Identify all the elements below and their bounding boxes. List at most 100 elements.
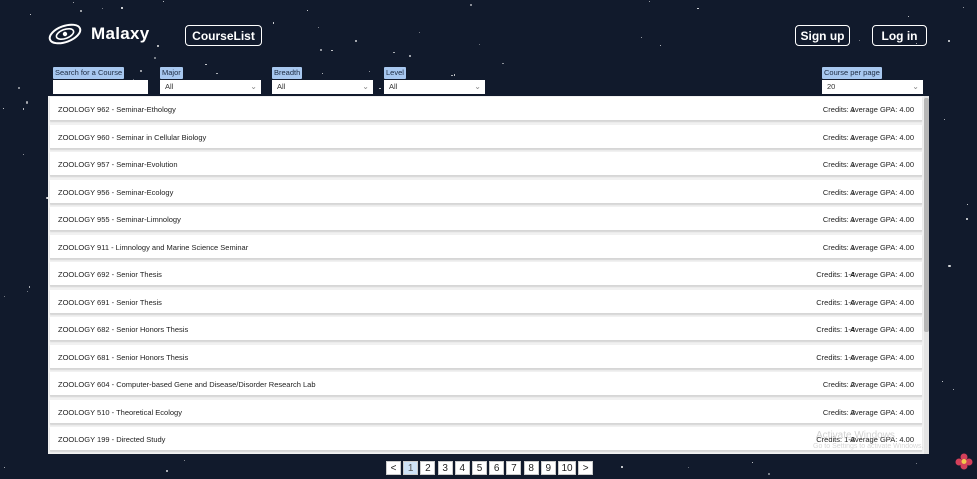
star bbox=[451, 74, 453, 77]
star bbox=[307, 10, 309, 12]
star bbox=[140, 70, 142, 72]
course-list[interactable]: ZOOLOGY 962 - Seminar-Ethology Credits: 1… bbox=[48, 96, 929, 454]
next-page-button[interactable]: > bbox=[578, 461, 594, 475]
course-row[interactable]: ZOOLOGY 955 - Seminar-Limnology Credits: … bbox=[50, 207, 922, 231]
star bbox=[941, 380, 944, 383]
breadth-label: Breadth bbox=[272, 67, 303, 79]
course-average-gpa: Average GPA: 4.00 bbox=[850, 105, 914, 114]
chevron-down-icon: ⌄ bbox=[362, 82, 369, 91]
page-button[interactable]: 9 bbox=[540, 461, 556, 475]
page-button[interactable]: 3 bbox=[437, 461, 453, 475]
star bbox=[72, 2, 74, 4]
star bbox=[3, 466, 6, 469]
course-average-gpa: Average GPA: 4.00 bbox=[850, 407, 914, 417]
star bbox=[408, 54, 411, 58]
star bbox=[121, 7, 123, 9]
course-title: ZOOLOGY 956 - Seminar-Ecology bbox=[58, 187, 174, 197]
course-row[interactable]: ZOOLOGY 691 - Senior Thesis Credits: 1-6 A… bbox=[50, 289, 922, 314]
course-title: ZOOLOGY 510 - Theoretical Ecology bbox=[58, 407, 182, 417]
course-average-gpa: Average GPA: 4.00 bbox=[850, 297, 914, 307]
course-title: ZOOLOGY 604 - Computer-based Gene and Di… bbox=[58, 380, 316, 389]
course-average-gpa: Average GPA: 4.00 bbox=[850, 132, 914, 142]
page-button[interactable]: 4 bbox=[454, 461, 470, 475]
star bbox=[272, 22, 275, 24]
star bbox=[502, 63, 504, 65]
star bbox=[79, 10, 82, 13]
course-row[interactable]: ZOOLOGY 956 - Seminar-Ecology Credits: 1A… bbox=[50, 179, 922, 204]
course-row[interactable]: ZOOLOGY 681 - Senior Honors Thesis Credit… bbox=[50, 344, 922, 369]
star bbox=[101, 7, 103, 9]
page-button[interactable]: 5 bbox=[472, 461, 487, 475]
search-input[interactable] bbox=[53, 80, 148, 94]
course-average-gpa: Average GPA: 4.00 bbox=[850, 242, 914, 252]
per-page-selected-value: 20 bbox=[827, 82, 836, 91]
search-label: Search for a Course bbox=[53, 67, 125, 79]
page-button[interactable]: 8 bbox=[523, 461, 539, 475]
page-button[interactable]: 1 bbox=[403, 461, 419, 475]
star bbox=[641, 36, 642, 38]
course-row[interactable]: ZOOLOGY 510 - Theoretical Ecology Credits… bbox=[50, 399, 922, 424]
level-select[interactable]: All ⌄ bbox=[384, 80, 485, 94]
star bbox=[697, 7, 699, 10]
star bbox=[479, 44, 481, 46]
signup-button[interactable]: Sign up bbox=[795, 25, 850, 46]
page-button[interactable]: 10 bbox=[558, 461, 576, 475]
star bbox=[453, 74, 456, 76]
course-row[interactable]: ZOOLOGY 911 - Limnology and Marine Scien… bbox=[50, 234, 922, 259]
scrollbar-thumb[interactable] bbox=[924, 98, 929, 332]
course-title: ZOOLOGY 682 - Senior Honors Thesis bbox=[58, 325, 189, 334]
major-selected-value: All bbox=[165, 82, 174, 91]
course-row[interactable]: ZOOLOGY 962 - Seminar-Ethology Credits: 1… bbox=[50, 97, 922, 121]
course-average-gpa: Average GPA: 4.00 bbox=[850, 325, 914, 334]
star bbox=[355, 40, 357, 42]
star bbox=[25, 101, 28, 104]
major-select[interactable]: All ⌄ bbox=[160, 80, 261, 94]
scrollbar[interactable] bbox=[924, 96, 929, 454]
course-average-gpa: Average GPA: 4.00 bbox=[850, 187, 914, 197]
star bbox=[322, 73, 324, 75]
breadth-select[interactable]: All ⌄ bbox=[272, 80, 373, 94]
star bbox=[162, 1, 164, 3]
page-button[interactable]: 7 bbox=[506, 461, 522, 475]
star bbox=[368, 70, 371, 73]
course-title: ZOOLOGY 955 - Seminar-Limnology bbox=[58, 215, 181, 224]
star bbox=[393, 52, 395, 54]
galaxy-icon bbox=[47, 21, 83, 47]
star bbox=[952, 388, 955, 390]
per-page-select[interactable]: 20 ⌄ bbox=[822, 80, 923, 94]
star bbox=[331, 49, 333, 52]
star bbox=[157, 45, 159, 47]
logo[interactable]: Malaxy bbox=[47, 21, 150, 47]
flower-icon[interactable] bbox=[954, 452, 974, 475]
level-selected-value: All bbox=[389, 82, 398, 91]
course-row[interactable]: ZOOLOGY 604 - Computer-based Gene and Di… bbox=[50, 372, 922, 396]
page-button[interactable]: 6 bbox=[489, 461, 505, 475]
star bbox=[966, 203, 968, 205]
course-row[interactable]: ZOOLOGY 682 - Senior Honors Thesis Credit… bbox=[50, 317, 922, 341]
star bbox=[23, 154, 25, 156]
star bbox=[470, 4, 472, 6]
login-button[interactable]: Log in bbox=[872, 25, 927, 46]
star bbox=[688, 466, 690, 468]
star bbox=[317, 27, 319, 29]
course-title: ZOOLOGY 911 - Limnology and Marine Scien… bbox=[58, 242, 249, 252]
star bbox=[948, 264, 951, 267]
prev-page-button[interactable]: < bbox=[386, 461, 401, 475]
app-name: Malaxy bbox=[91, 24, 150, 43]
star bbox=[183, 459, 185, 461]
course-row[interactable]: ZOOLOGY 957 - Seminar-Evolution Credits: … bbox=[50, 152, 922, 176]
activation-watermark-title: Activate Windows bbox=[816, 430, 895, 441]
course-average-gpa: Average GPA: 4.00 bbox=[850, 215, 914, 224]
star bbox=[3, 108, 5, 110]
star bbox=[648, 1, 650, 3]
course-row[interactable]: ZOOLOGY 960 - Seminar in Cellular Biolog… bbox=[50, 124, 922, 149]
star bbox=[22, 108, 25, 110]
course-row[interactable]: ZOOLOGY 692 - Senior Thesis Credits: 1-4 A… bbox=[50, 262, 922, 286]
star bbox=[166, 470, 168, 472]
course-row[interactable]: ZOOLOGY 199 - Directed Study Credits: 1-3… bbox=[50, 427, 922, 451]
star bbox=[915, 462, 918, 465]
page-button[interactable]: 2 bbox=[420, 461, 436, 475]
course-title: ZOOLOGY 960 - Seminar in Cellular Biolog… bbox=[58, 132, 207, 142]
star bbox=[965, 217, 968, 220]
courselist-button[interactable]: CourseList bbox=[185, 25, 262, 46]
